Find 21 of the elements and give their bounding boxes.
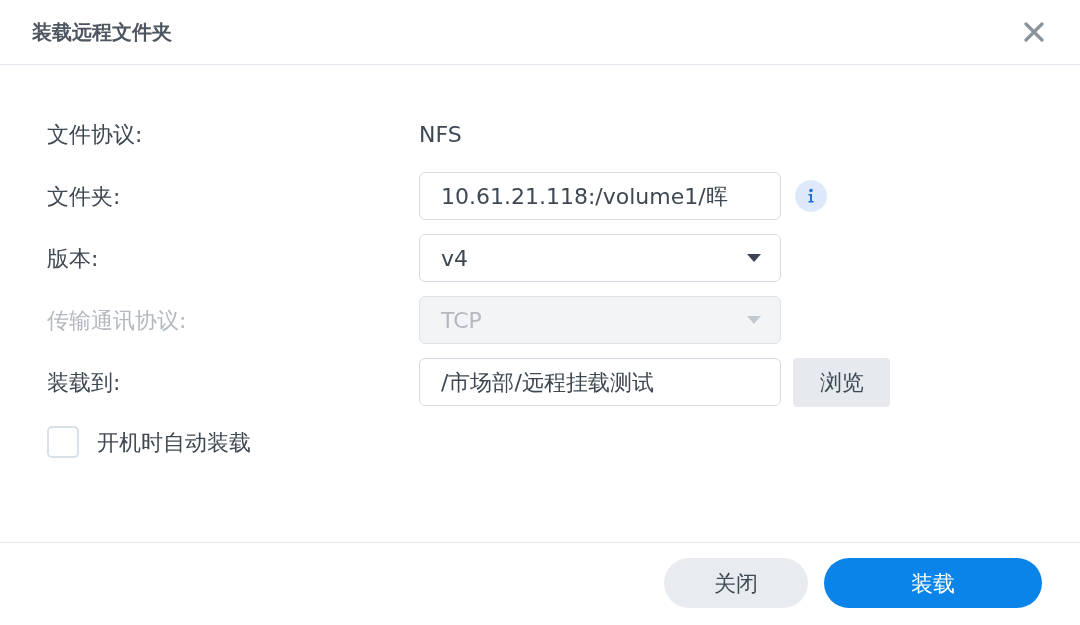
text-input-field[interactable]: /市场部/远程挂载测试 <box>419 358 781 406</box>
browse-button[interactable]: 浏览 <box>793 357 890 407</box>
field-label: 文件夹: <box>47 182 122 211</box>
protocol-value: NFS <box>419 120 462 149</box>
caret-down-icon <box>747 254 761 262</box>
field-label: 版本: <box>47 244 100 273</box>
dialog-title: 装载远程文件夹 <box>32 19 172 46</box>
dropdown-value: v4 <box>441 244 469 273</box>
dropdown-value: TCP <box>441 306 482 335</box>
text-input-field[interactable]: 10.61.21.118:/volume1/晖 <box>419 172 781 220</box>
mount-button[interactable]: 装载 <box>824 558 1042 608</box>
caret-down-icon <box>747 316 761 324</box>
field-label: 文件协议: <box>47 120 144 149</box>
field-label: 传输通讯协议: <box>47 306 188 335</box>
info-icon[interactable] <box>795 180 827 212</box>
close-icon[interactable] <box>1024 22 1044 42</box>
checkbox[interactable] <box>47 426 79 458</box>
checkbox-label[interactable]: 开机时自动装载 <box>97 425 251 459</box>
dropdown-field[interactable]: v4 <box>419 234 781 282</box>
close-button[interactable]: 关闭 <box>664 558 808 608</box>
field-label: 装载到: <box>47 368 122 397</box>
